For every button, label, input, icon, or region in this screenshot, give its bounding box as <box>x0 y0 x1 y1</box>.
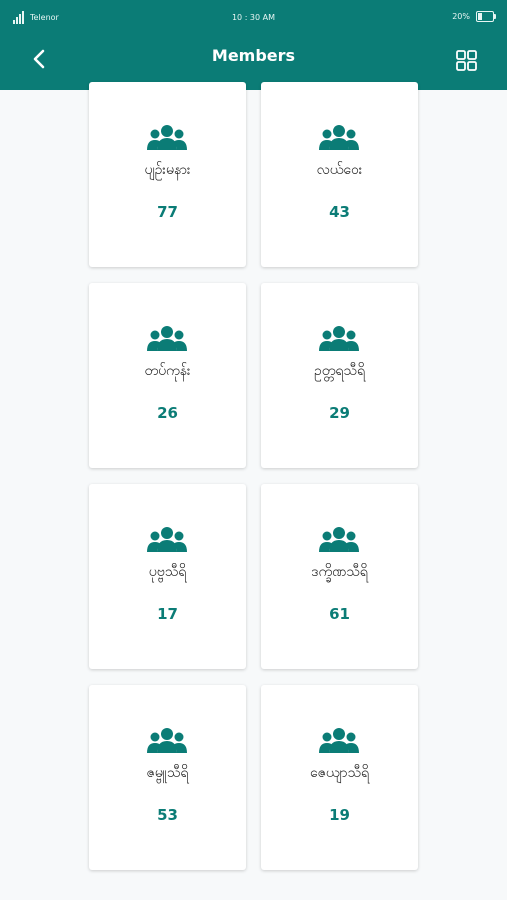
card-name: ပျဉ်းမနား <box>144 162 191 178</box>
member-card[interactable]: ပုဗ္ဗသီရိ 17 <box>89 484 246 669</box>
battery-percent: 20% <box>452 12 470 21</box>
card-count: 17 <box>157 605 178 623</box>
card-name: တပ်ကုန်း <box>144 363 191 379</box>
member-card[interactable]: ဒက္ခိဏသီရိ 61 <box>261 484 418 669</box>
card-name: ဥတ္တရသီရိ <box>313 363 365 379</box>
member-card[interactable]: တပ်ကုန်း 26 <box>89 283 246 468</box>
card-count: 43 <box>329 203 350 221</box>
grid-view-button[interactable] <box>453 47 480 74</box>
group-icon <box>147 125 187 150</box>
page-title: Members <box>211 46 296 65</box>
group-icon <box>319 728 359 753</box>
card-name: ပုဗ္ဗသီရိ <box>148 564 187 580</box>
card-name: ဇမ္ဗူသီရိ <box>146 765 189 781</box>
card-count: 77 <box>157 203 178 221</box>
app-header: Telenor 10 : 30 AM 20% Members <box>0 0 507 90</box>
status-bar: Telenor 10 : 30 AM 20% <box>0 0 507 34</box>
card-count: 29 <box>329 404 350 422</box>
member-card[interactable]: ဇေယျာသီရိ 19 <box>261 685 418 870</box>
member-card[interactable]: လယ်ဝေး 43 <box>261 82 418 267</box>
grid-icon <box>456 50 477 71</box>
member-card[interactable]: ဥတ္တရသီရိ 29 <box>261 283 418 468</box>
group-icon <box>147 527 187 552</box>
card-name: လယ်ဝေး <box>316 162 363 178</box>
group-icon <box>147 728 187 753</box>
status-time: 10 : 30 AM <box>231 13 276 22</box>
group-icon <box>319 527 359 552</box>
card-count: 53 <box>157 806 178 824</box>
card-name: ဇေယျာသီရိ <box>309 765 370 781</box>
battery-icon <box>476 11 496 22</box>
group-icon <box>319 125 359 150</box>
member-card[interactable]: ပျဉ်းမနား 77 <box>89 82 246 267</box>
group-icon <box>319 326 359 351</box>
card-count: 19 <box>329 806 350 824</box>
group-icon <box>147 326 187 351</box>
member-card[interactable]: ဇမ္ဗူသီရိ 53 <box>89 685 246 870</box>
card-name: ဒက္ခိဏသီရိ <box>311 564 368 580</box>
card-count: 26 <box>157 404 178 422</box>
card-count: 61 <box>329 605 350 623</box>
